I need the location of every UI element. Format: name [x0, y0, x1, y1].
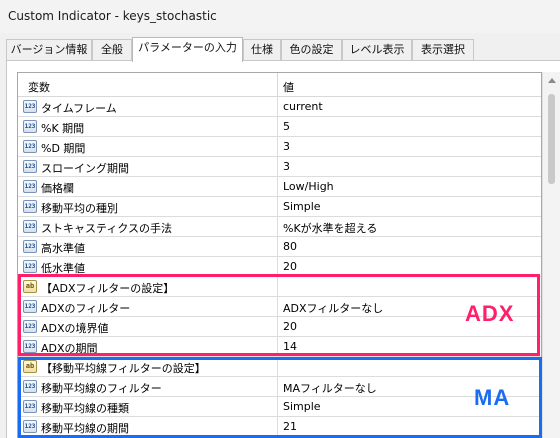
cell-divider: [277, 157, 278, 177]
integer-type-icon: 123: [23, 260, 37, 273]
parameter-value[interactable]: Simple: [283, 200, 321, 213]
parameter-value[interactable]: 3: [283, 160, 290, 173]
parameter-name: スローイング期間: [41, 162, 129, 175]
scroll-up-arrow-icon[interactable]: [548, 78, 556, 83]
cell-divider: [277, 197, 278, 217]
window-title: Custom Indicator - keys_stochastic: [8, 9, 217, 23]
integer-type-icon: 123: [23, 160, 37, 173]
tab-input-parameters[interactable]: パラメーターの入力: [132, 37, 243, 62]
column-header-value[interactable]: 値: [283, 79, 294, 95]
tab-visualization[interactable]: 表示選択: [412, 39, 474, 61]
tab-version-info[interactable]: バージョン情報: [6, 39, 92, 61]
parameter-value[interactable]: Low/High: [283, 180, 334, 193]
adx-annotation-label: ADX: [465, 301, 515, 326]
parameter-row[interactable]: 123 ストキャスティクスの手法 %Kが水準を超える: [18, 217, 541, 237]
scroll-thumb[interactable]: [548, 94, 555, 184]
integer-type-icon: 123: [23, 120, 37, 133]
integer-type-icon: 123: [23, 100, 37, 113]
parameter-name: 高水準値: [41, 242, 85, 255]
tab-levels[interactable]: レベル表示: [342, 39, 412, 61]
integer-type-icon: 123: [23, 220, 37, 233]
parameter-value[interactable]: 80: [283, 240, 297, 253]
tab-colors[interactable]: 色の設定: [281, 39, 342, 61]
cell-divider: [277, 97, 278, 117]
tab-general[interactable]: 全般: [92, 39, 132, 61]
parameter-row[interactable]: 123 高水準値 80: [18, 237, 541, 257]
parameter-row[interactable]: 123 移動平均の種別 Simple: [18, 197, 541, 217]
integer-type-icon: 123: [23, 140, 37, 153]
grid-header: 変数 値: [18, 73, 541, 97]
ma-highlight-box: [18, 357, 542, 438]
column-divider[interactable]: [277, 73, 278, 97]
parameter-name: 価格欄: [41, 182, 74, 195]
parameter-value[interactable]: current: [283, 100, 323, 113]
tab-strip: バージョン情報 全般 パラメーターの入力 仕様 色の設定 レベル表示 表示選択: [6, 37, 560, 62]
integer-type-icon: 123: [23, 200, 37, 213]
cell-divider: [277, 177, 278, 197]
column-header-variable[interactable]: 変数: [28, 79, 50, 95]
parameter-row[interactable]: 123 タイムフレーム current: [18, 97, 541, 117]
cell-divider: [277, 217, 278, 237]
adx-highlight-box: [18, 274, 540, 356]
cell-divider: [277, 137, 278, 157]
parameter-value[interactable]: %Kが水準を超える: [283, 220, 377, 236]
cell-divider: [277, 237, 278, 257]
parameter-row[interactable]: 123 価格欄 Low/High: [18, 177, 541, 197]
integer-type-icon: 123: [23, 240, 37, 253]
cell-divider: [277, 117, 278, 137]
parameter-row[interactable]: 123 スローイング期間 3: [18, 157, 541, 177]
parameter-name: ストキャスティクスの手法: [41, 222, 173, 235]
parameter-name: %D 期間: [41, 142, 86, 155]
ma-annotation-label: MA: [474, 385, 511, 410]
parameter-row[interactable]: 123 %K 期間 5: [18, 117, 541, 137]
parameter-row[interactable]: 123 %D 期間 3: [18, 137, 541, 157]
window-titlebar: Custom Indicator - keys_stochastic: [0, 0, 560, 33]
tab-divider: [6, 60, 560, 61]
parameter-value[interactable]: 5: [283, 120, 290, 133]
parameter-value[interactable]: 3: [283, 140, 290, 153]
vertical-scrollbar[interactable]: [542, 72, 560, 438]
integer-type-icon: 123: [23, 180, 37, 193]
parameter-name: %K 期間: [41, 122, 85, 135]
parameter-name: タイムフレーム: [41, 102, 117, 115]
parameter-name: 移動平均の種別: [41, 202, 118, 215]
parameter-value[interactable]: 20: [283, 260, 297, 273]
tab-spec[interactable]: 仕様: [243, 39, 281, 61]
